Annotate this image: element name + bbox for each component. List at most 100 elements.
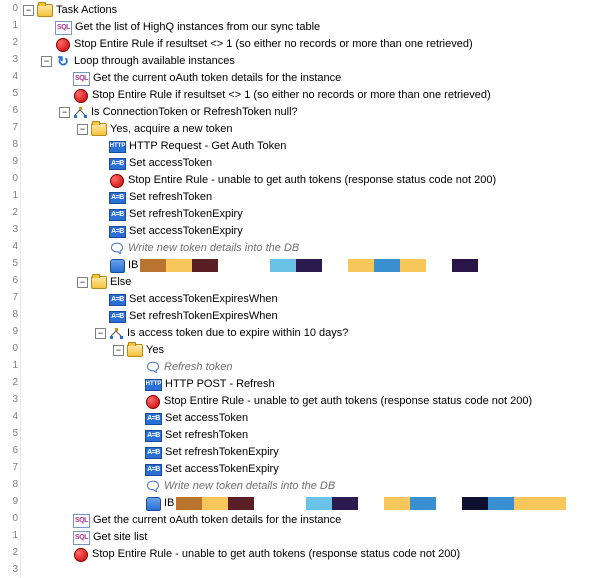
collapse-icon[interactable]: − <box>95 328 106 339</box>
tree-node[interactable]: Stop Entire Rule - unable to get auth to… <box>23 546 566 563</box>
root-node[interactable]: − Task Actions <box>23 2 566 19</box>
node-label: Stop Entire Rule - unable to get auth to… <box>92 546 460 563</box>
tree-node[interactable]: − ↻ Loop through available instances <box>23 53 566 70</box>
node-label: HTTP POST - Refresh <box>165 376 275 393</box>
tree-node[interactable]: A=B Set accessToken <box>23 155 566 172</box>
database-icon <box>109 259 125 273</box>
node-label: Set accessToken <box>129 155 212 172</box>
tree-node[interactable]: Stop Entire Rule - unable to get auth to… <box>23 172 566 189</box>
node-label: Stop Entire Rule - unable to get auth to… <box>128 172 496 189</box>
tree-node[interactable]: A=B Set accessTokenExpiry <box>23 223 566 240</box>
stop-icon <box>73 548 89 562</box>
tree-node[interactable]: Stop Entire Rule if resultset <> 1 (so e… <box>23 87 566 104</box>
node-label: Else <box>110 274 131 291</box>
node-label: Stop Entire Rule if resultset <> 1 (so e… <box>92 87 491 104</box>
loop-icon: ↻ <box>55 55 71 69</box>
node-label: Set refreshTokenExpiresWhen <box>129 308 278 325</box>
node-label: Yes <box>146 342 164 359</box>
node-label: HTTP Request - Get Auth Token <box>129 138 286 155</box>
database-icon <box>145 497 161 511</box>
tree-node[interactable]: − Is access token due to expire within 1… <box>23 325 566 342</box>
tree-node[interactable]: IB <box>23 495 566 512</box>
tree-node[interactable]: − Yes, acquire a new token <box>23 121 566 138</box>
tree-node[interactable]: A=B Set refreshToken <box>23 189 566 206</box>
tree-node[interactable]: Stop Entire Rule if resultset <> 1 (so e… <box>23 36 566 53</box>
color-swatch-row <box>140 259 478 272</box>
collapse-icon[interactable]: − <box>23 5 34 16</box>
set-variable-icon: A=B <box>145 447 162 459</box>
action-tree: − Task Actions SQL Get the list of HighQ… <box>21 0 566 578</box>
http-icon: HTTP <box>109 141 126 153</box>
sql-icon: SQL <box>73 514 90 528</box>
node-label: Set accessTokenExpiresWhen <box>129 291 278 308</box>
node-label: Set refreshToken <box>165 427 248 444</box>
set-variable-icon: A=B <box>109 294 126 306</box>
collapse-icon[interactable]: − <box>59 107 70 118</box>
collapse-icon[interactable]: − <box>77 277 88 288</box>
node-label: Get the current oAuth token details for … <box>93 512 341 529</box>
node-label: Set accessToken <box>165 410 248 427</box>
node-label: Is ConnectionToken or RefreshToken null? <box>91 104 298 121</box>
node-label: IB <box>128 257 138 274</box>
comment-icon: 🗨 <box>145 480 161 494</box>
sql-icon: SQL <box>55 21 72 35</box>
tree-node[interactable]: A=B Set refreshTokenExpiresWhen <box>23 308 566 325</box>
tree-node[interactable]: SQL Get the list of HighQ instances from… <box>23 19 566 36</box>
folder-icon <box>127 344 143 358</box>
set-variable-icon: A=B <box>109 311 126 323</box>
node-label: Is access token due to expire within 10 … <box>127 325 348 342</box>
node-label: IB <box>164 495 174 512</box>
tree-node[interactable]: A=B Set refreshTokenExpiry <box>23 444 566 461</box>
node-label: Refresh token <box>164 359 232 376</box>
tree-node[interactable]: 🗨 Refresh token <box>23 359 566 376</box>
tree-node[interactable]: HTTP HTTP POST - Refresh <box>23 376 566 393</box>
node-label: Set accessTokenExpiry <box>165 461 279 478</box>
node-label: Set refreshTokenExpiry <box>165 444 279 461</box>
comment-icon: 🗨 <box>145 361 161 375</box>
http-icon: HTTP <box>145 379 162 391</box>
line-number-gutter: 0123456789012345678901234567890123 <box>0 0 21 578</box>
sql-icon: SQL <box>73 531 90 545</box>
tree-node[interactable]: Stop Entire Rule - unable to get auth to… <box>23 393 566 410</box>
set-variable-icon: A=B <box>145 413 162 425</box>
set-variable-icon: A=B <box>109 209 126 221</box>
node-label: Get site list <box>93 529 147 546</box>
sql-icon: SQL <box>73 72 90 86</box>
set-variable-icon: A=B <box>145 464 162 476</box>
tree-node[interactable]: A=B Set accessToken <box>23 410 566 427</box>
tree-node[interactable]: SQL Get the current oAuth token details … <box>23 70 566 87</box>
tree-node[interactable]: − Yes <box>23 342 566 359</box>
tree-node[interactable]: A=B Set accessTokenExpiresWhen <box>23 291 566 308</box>
tree-node[interactable]: 🗨 Write new token details into the DB <box>23 478 566 495</box>
tree-node[interactable]: 🗨 Write new token details into the DB <box>23 240 566 257</box>
set-variable-icon: A=B <box>109 158 126 170</box>
node-label: Set refreshTokenExpiry <box>129 206 243 223</box>
collapse-icon[interactable]: − <box>41 56 52 67</box>
tree-node[interactable]: A=B Set refreshToken <box>23 427 566 444</box>
collapse-icon[interactable]: − <box>77 124 88 135</box>
tree-node[interactable]: A=B Set accessTokenExpiry <box>23 461 566 478</box>
tree-node[interactable]: SQL Get the current oAuth token details … <box>23 512 566 529</box>
collapse-icon[interactable]: − <box>113 345 124 356</box>
node-label: Stop Entire Rule - unable to get auth to… <box>164 393 532 410</box>
tree-node[interactable]: HTTP HTTP Request - Get Auth Token <box>23 138 566 155</box>
tree-node[interactable]: − Is ConnectionToken or RefreshToken nul… <box>23 104 566 121</box>
node-label: Get the current oAuth token details for … <box>93 70 341 87</box>
stop-icon <box>145 395 161 409</box>
node-label: Task Actions <box>56 2 117 19</box>
tree-node[interactable]: − Else <box>23 274 566 291</box>
tree-node[interactable]: A=B Set refreshTokenExpiry <box>23 206 566 223</box>
tree-node[interactable]: SQL Get site list <box>23 529 566 546</box>
condition-icon <box>109 328 124 340</box>
node-label: Get the list of HighQ instances from our… <box>75 19 320 36</box>
node-label: Set accessTokenExpiry <box>129 223 243 240</box>
folder-icon <box>91 276 107 290</box>
node-label: Set refreshToken <box>129 189 212 206</box>
stop-icon <box>73 89 89 103</box>
node-label: Stop Entire Rule if resultset <> 1 (so e… <box>74 36 473 53</box>
stop-icon <box>55 38 71 52</box>
color-swatch-row <box>176 497 566 510</box>
node-label: Write new token details into the DB <box>128 240 299 257</box>
tree-node[interactable]: IB <box>23 257 566 274</box>
folder-icon <box>91 123 107 137</box>
